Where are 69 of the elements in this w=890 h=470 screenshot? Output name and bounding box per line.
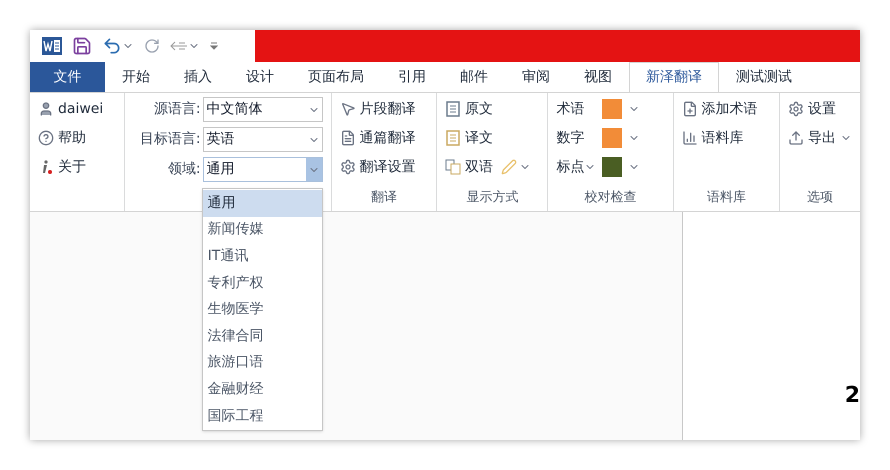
group-label: 翻译 [370,191,397,207]
ribbon-tab[interactable]: 视图 [567,62,629,92]
group-label: 选项 [807,191,833,207]
bars-icon [682,130,698,146]
pen-icon[interactable] [501,159,518,175]
ribbon-tab[interactable]: 审阅 [505,62,567,92]
ribbon-tab[interactable]: 开始 [105,62,167,92]
ribbon-button[interactable]: 导出 [788,126,852,150]
gear-icon [340,159,356,175]
ribbon-button[interactable]: 设置 [788,97,852,121]
ribbon-tab[interactable]: 页面布局 [291,62,381,92]
dropdown-option[interactable]: 法律合同 [202,322,322,350]
menu-button[interactable]: 标点 [556,156,596,178]
field-label: 领域: [166,160,201,179]
redo-icon[interactable] [144,38,160,54]
text-page-icon [445,130,462,146]
text-page-icon [445,101,462,117]
ribbon-button[interactable]: 译文 [445,126,494,150]
export-icon [788,130,804,146]
ribbon-button[interactable]: 双语 [445,155,494,179]
dropdown-option[interactable]: 金融财经 [202,376,322,403]
document-icon [340,130,356,146]
group-label: 显示方式 [466,191,518,207]
save-icon[interactable] [72,36,92,56]
ribbon-tab[interactable]: 测试测试 [719,62,809,92]
ribbon-tab[interactable]: 邮件 [443,62,505,92]
app-logo-icon [42,37,62,55]
color-swatch[interactable] [602,99,622,119]
ribbon-button[interactable]: 翻译设置 [340,155,428,179]
ribbon-button[interactable]: 帮助 [38,126,116,150]
dropdown-option[interactable]: 专利产权 [202,270,322,296]
ribbon-button[interactable]: 语料库 [682,126,771,150]
dropdown-option[interactable]: 通用 [202,190,322,217]
group-label: 语料库 [706,191,746,207]
file-tab[interactable]: 文件 [30,62,105,92]
ribbon-button[interactable]: 原文 [445,97,494,121]
dropdown-option[interactable]: 国际工程 [202,402,322,430]
touch-mode-icon[interactable] [170,39,188,53]
check-label: 术语 [556,100,586,118]
two-pages-icon [445,159,462,175]
ribbon-tab[interactable]: 新泽翻译 [629,62,719,92]
document-text: 2 [844,382,860,410]
dropdown-field[interactable]: 英语 [202,127,323,152]
question-icon [38,130,54,146]
ribbon-tab[interactable]: 引用 [381,62,443,92]
ribbon-button[interactable]: daiwei [38,97,116,121]
dropdown-field[interactable]: 通用 [202,157,323,182]
field-label: 源语言: [152,100,201,119]
dropdown-option[interactable]: IT通讯 [202,243,322,270]
ribbon-button[interactable]: 通篇翻译 [340,126,428,150]
add-document-icon [682,101,698,117]
dropdown-option[interactable]: 生物医学 [202,296,322,323]
ribbon-button[interactable]: 关于 [38,155,116,179]
ribbon-tab[interactable]: 插入 [167,62,229,92]
ribbon-button[interactable]: 添加术语 [682,97,771,121]
dropdown-option[interactable]: 新闻传媒 [202,216,322,244]
dropdown-option[interactable]: 旅游口语 [202,350,322,376]
settings-icon [788,101,804,117]
customize-toolbar-icon[interactable] [210,41,218,51]
dropdown-field[interactable]: 中文简体 [202,97,323,122]
ribbon-tab[interactable]: 设计 [229,62,291,92]
check-label: 数字 [556,128,586,148]
group-label: 校对检查 [584,191,636,207]
color-swatch[interactable] [602,128,622,148]
undo-icon[interactable] [102,36,122,56]
field-label: 目标语言: [138,130,201,149]
color-swatch[interactable] [602,157,622,177]
ribbon-button[interactable]: 片段翻译 [340,97,428,121]
user-icon [38,101,54,117]
